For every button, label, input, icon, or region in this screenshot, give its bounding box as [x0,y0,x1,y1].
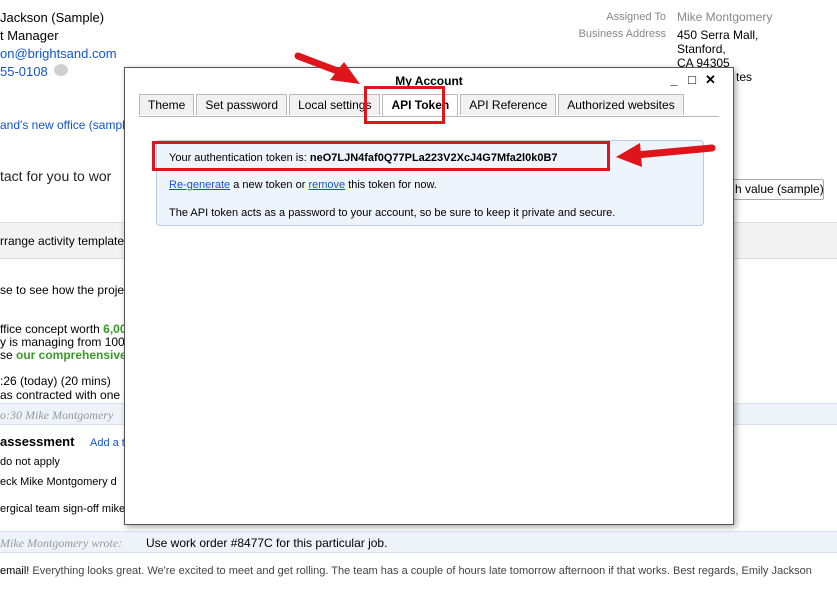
arrow-to-tab-icon [294,52,360,84]
annotation-arrows [294,52,716,167]
arrow-to-token-icon [616,143,716,167]
